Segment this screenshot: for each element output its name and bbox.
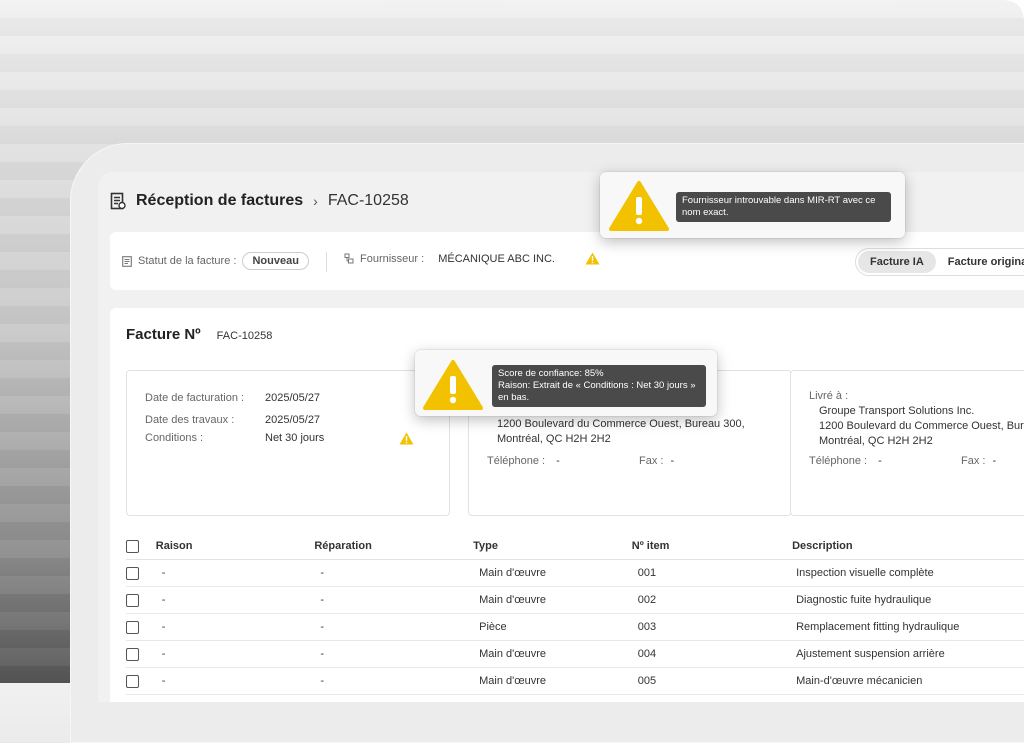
cell-type: Main d'œuvre [473,586,632,614]
work-date-value: 2025/05/27 [265,414,321,426]
billing-date-label: Date de facturation : [145,392,245,404]
col-description[interactable]: Description [792,533,1024,560]
cell-item: 005 [631,667,793,695]
cell-reparation: - [314,640,474,668]
billing-fax: Fax : - [639,455,675,467]
conditions-value: Net 30 jours [265,432,325,444]
supplier-icon [344,253,354,264]
cell-description: Remplacement fitting hydraulique [792,613,1024,641]
cell-raison: - [155,640,315,668]
invoice-id-crumb: FAC-10258 [327,192,409,209]
supplier-warning-tooltip: Fournisseur introuvable dans MIR-RT avec… [600,172,905,238]
supplier-info: Fournisseur : MÉCANIQUE ABC INC. [344,252,600,265]
status-badge: Nouveau [242,252,309,270]
cell-item: 004 [631,640,793,668]
toggle-original-invoice[interactable]: Facture originale [936,251,1024,273]
billing-address: 1200 Boulevard du Commerce Ouest, Bureau… [497,417,745,447]
table-row[interactable]: - - Main d'œuvre 002 Diagnostic fuite hy… [126,586,1024,614]
conditions-label: Conditions : [145,432,204,444]
cell-description: Diagnostic fuite hydraulique [792,586,1024,614]
col-raison[interactable]: Raison [155,533,315,560]
app-screen: Réception de factures › FAC-10258 Statut… [98,172,1024,702]
status-bar: Statut de la facture : Nouveau Fournisse… [110,232,1024,290]
delivery-address-line2: Montréal, QC H2H 2H2 [819,435,933,447]
invoice-number-value: FAC-10258 [216,330,273,342]
col-item[interactable]: Nº item [631,533,793,560]
cell-type: Pièce [473,613,632,641]
row-checkbox[interactable] [126,667,156,695]
cell-raison: - [155,559,315,587]
warning-icon[interactable] [585,252,600,265]
cell-reparation: - [314,667,474,695]
row-checkbox[interactable] [126,559,156,587]
cell-type: Main d'œuvre [473,559,632,587]
cell-description: Ajustement suspension arrière [792,640,1024,668]
cell-description: Inspection visuelle complète [792,559,1024,587]
table-row[interactable]: - - Main d'œuvre 001 Inspection visuelle… [126,559,1024,587]
cell-type: Main d'œuvre [473,667,632,695]
status-label: Statut de la facture : [138,255,237,267]
delivery-address-line1: 1200 Boulevard du Commerce Ouest, Bureau… [819,420,1024,432]
invoice-details-box: Date de facturation : 2025/05/27 Date de… [126,370,450,516]
row-checkbox[interactable] [126,586,156,614]
cell-reparation: - [314,613,474,641]
table-row[interactable]: - - Pièce 003 Remplacement fitting hydra… [126,613,1024,641]
delivery-phone: Téléphone : - [809,455,882,467]
billing-phone: Téléphone : - [487,455,560,467]
toggle-ai-invoice[interactable]: Facture IA [858,251,936,273]
cell-raison: - [155,667,315,695]
cell-item: 003 [631,613,793,641]
invoice-number-label: Facture Nº [126,326,201,343]
confidence-tooltip: Score de confiance: 85% Raison: Extrait … [415,350,717,416]
cell-raison: - [155,586,315,614]
row-checkbox[interactable] [126,640,156,668]
warning-icon [609,181,669,231]
breadcrumb-separator: › [313,193,318,209]
cell-reparation: - [314,559,474,587]
cell-item: 002 [631,586,793,614]
billing-address-line1: 1200 Boulevard du Commerce Ouest, Bureau… [497,418,745,430]
invoice-status: Statut de la facture : Nouveau [122,252,309,270]
table-row[interactable]: - - Main d'œuvre 004 Ajustement suspensi… [126,640,1024,668]
supplier-label: Fournisseur : [360,252,425,265]
cell-description: Main-d'œuvre mécanicien [792,667,1024,695]
delivered-to-label: Livré à : [809,390,849,402]
col-type[interactable]: Type [473,533,632,560]
supplier-tooltip-text: Fournisseur introuvable dans MIR-RT avec… [676,192,891,222]
cell-type: Main d'œuvre [473,640,632,668]
divider [326,252,327,272]
delivery-address-box: Livré à : Groupe Transport Solutions Inc… [790,370,1024,516]
invoice-heading: Facture Nº FAC-10258 [126,326,272,343]
cell-raison: - [155,613,315,641]
warning-icon[interactable] [399,432,414,445]
invoice-doc-icon [110,192,126,210]
page-title[interactable]: Réception de factures [136,192,303,210]
delivery-fax: Fax : - [961,455,997,467]
cell-reparation: - [314,586,474,614]
line-items-table: Raison Réparation Type Nº item Descripti… [126,533,1024,695]
billing-address-line2: Montréal, QC H2H 2H2 [497,433,611,445]
select-all-checkbox[interactable] [126,533,156,560]
row-checkbox[interactable] [126,613,156,641]
delivery-address: Groupe Transport Solutions Inc. 1200 Bou… [819,404,1024,449]
billing-date-value: 2025/05/27 [265,392,321,404]
table-header-row: Raison Réparation Type Nº item Descripti… [126,533,1024,560]
view-toggle: Facture IA Facture originale [855,248,1024,276]
confidence-tooltip-text: Score de confiance: 85% Raison: Extrait … [492,365,706,407]
work-date-label: Date des travaux : [145,414,235,426]
cell-item: 001 [631,559,793,587]
frame-corner [1006,0,1024,18]
document-icon [122,255,132,267]
delivery-company: Groupe Transport Solutions Inc. [819,405,975,417]
col-reparation[interactable]: Réparation [314,533,474,560]
table-row[interactable]: - - Main d'œuvre 005 Main-d'œuvre mécani… [126,667,1024,695]
breadcrumb: Réception de factures › FAC-10258 [110,190,409,212]
warning-icon [423,360,483,410]
supplier-name: MÉCANIQUE ABC INC. [438,252,555,265]
